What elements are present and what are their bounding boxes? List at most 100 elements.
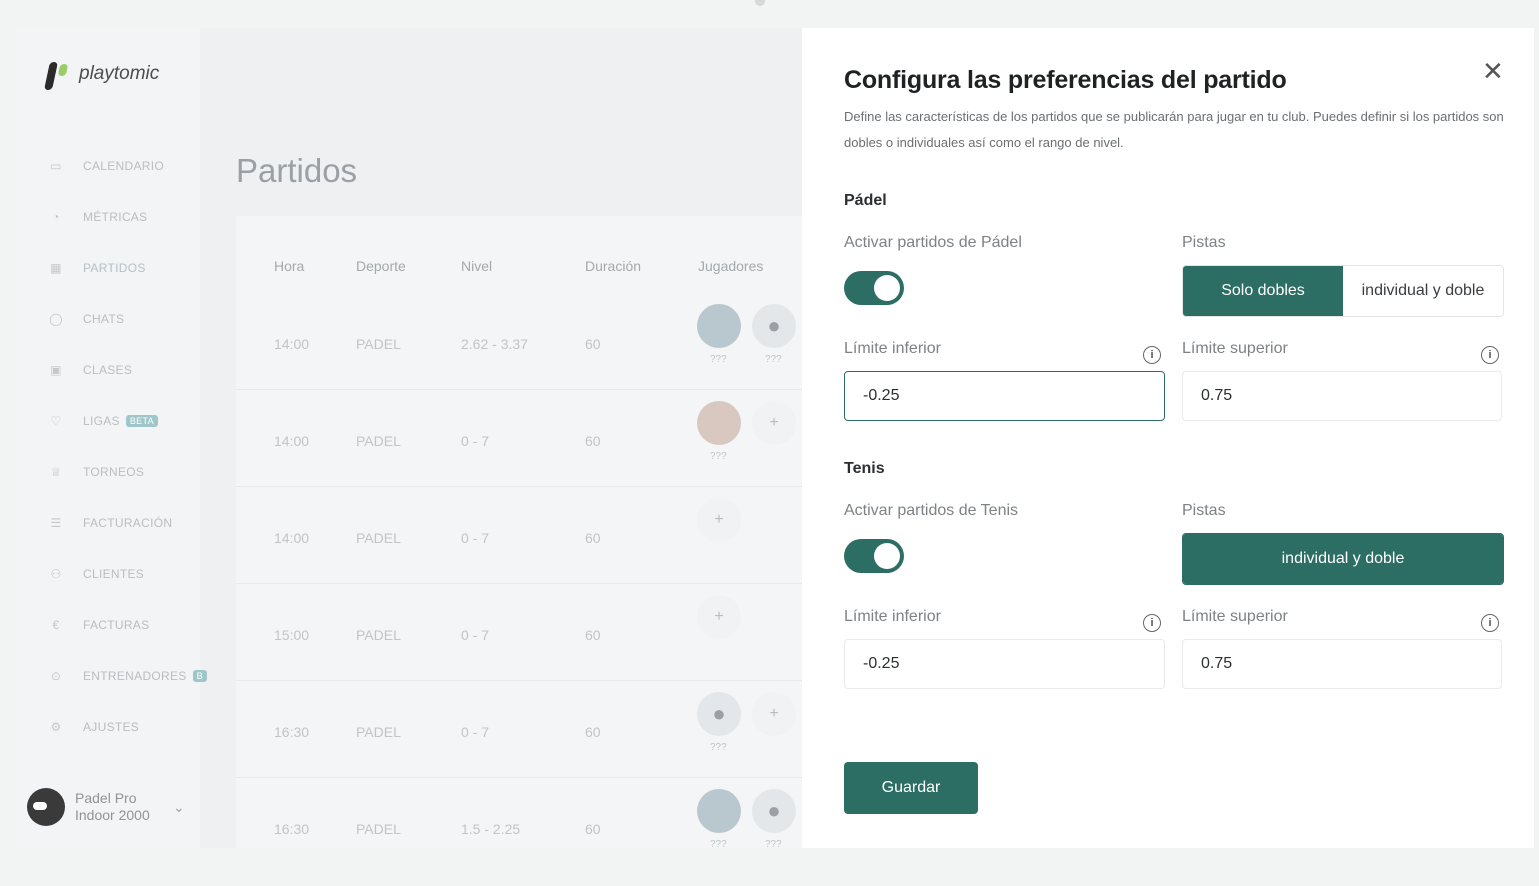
sidebar-item[interactable]: ▦ PARTIDOS (43, 242, 207, 293)
sidebar-item[interactable]: ♕ TORNEOS (43, 446, 207, 497)
col-header-duracion: Duración (585, 258, 642, 274)
add-player-button[interactable]: + (752, 692, 796, 736)
cell-nivel: 0 - 7 (461, 530, 490, 546)
cell-hora: 16:30 (274, 821, 310, 837)
padel-section-title: Pádel (844, 192, 887, 209)
sidebar-item-label: CLASES (83, 362, 133, 377)
padel-upper-info-icon[interactable]: i (1481, 346, 1499, 364)
padel-courts-label: Pistas (1182, 234, 1226, 251)
sidebar-item[interactable]: ⚇ CLIENTES (43, 548, 207, 599)
table-row[interactable]: 14:00 PADEL 0 - 7 60??? + (236, 389, 802, 487)
sidebar-item-label: TORNEOS (83, 464, 145, 479)
database-icon: ☰ (50, 515, 62, 530)
player-avatar (697, 789, 741, 833)
padel-lower-limit-label: Límite inferior (844, 340, 941, 357)
tenis-lower-info-icon[interactable]: i (1143, 614, 1161, 632)
cell-nivel: 2.62 - 3.37 (461, 336, 528, 352)
sidebar-nav: ▭ CALENDARIO ◔ MÉTRICAS ▦ PARTIDOS ◯ CHATS ▣ CLAS… (43, 140, 207, 752)
logo[interactable]: playtomic (45, 58, 159, 90)
table-row[interactable]: 14:00 PADEL 0 - 7 60 + (236, 486, 802, 584)
tenis-section-title: Tenis (844, 460, 885, 477)
sidebar-item[interactable]: ⚙ AJUSTES (43, 701, 207, 752)
euro-icon: € (52, 617, 60, 632)
cell-duracion: 60 (585, 530, 601, 546)
cell-duracion: 60 (585, 336, 601, 352)
sidebar-item-label: ENTRENADORES (83, 668, 187, 683)
background-app: playtomic ▭ CALENDARIO ◔ MÉTRICAS ▦ PARTIDOS ◯… (15, 28, 802, 848)
cell-deporte: PADEL (356, 433, 401, 449)
tenis-courts-segmented: individual y doble (1182, 533, 1504, 585)
sidebar-item[interactable]: ♡ LIGAS BETA (43, 395, 207, 446)
top-notch (755, 0, 765, 6)
main-content: Partidos Hora Deporte Nivel Duración Jug… (200, 28, 802, 848)
player-level-unknown: ??? (710, 839, 727, 848)
tenis-activate-toggle[interactable] (844, 539, 904, 573)
cell-nivel: 0 - 7 (461, 724, 490, 740)
cell-hora: 16:30 (274, 724, 310, 740)
padel-solo-dobles-option[interactable]: Solo dobles (1183, 266, 1343, 316)
tenis-courts-label: Pistas (1182, 502, 1226, 519)
player-placeholder-icon: ● (752, 789, 796, 833)
sidebar-item[interactable]: ▣ CLASES (43, 344, 207, 395)
tenis-upper-info-icon[interactable]: i (1481, 614, 1499, 632)
add-player-button[interactable]: + (752, 401, 796, 445)
sidebar-item-label: CHATS (83, 311, 125, 326)
cell-duracion: 60 (585, 821, 601, 837)
padel-upper-limit-label: Límite superior (1182, 340, 1288, 357)
sidebar-item[interactable]: ☰ FACTURACIÓN (43, 497, 207, 548)
metrics-icon: ◔ (52, 209, 60, 224)
club-selector[interactable]: Padel Pro Indoor 2000 ⌄ (27, 788, 185, 826)
logo-text: playtomic (79, 63, 160, 84)
sidebar-item-label: CALENDARIO (83, 158, 165, 173)
padel-lower-info-icon[interactable]: i (1143, 346, 1161, 364)
gear-icon: ⚙ (50, 719, 62, 734)
beta-badge: BETA (125, 414, 158, 427)
cell-deporte: PADEL (356, 627, 401, 643)
player-avatar (697, 304, 741, 348)
close-icon[interactable]: ✕ (1482, 58, 1504, 84)
add-player-button[interactable]: + (697, 498, 741, 542)
padel-individual-doble-option[interactable]: individual y doble (1343, 266, 1503, 316)
sidebar-item-label: MÉTRICAS (83, 209, 148, 224)
tenis-upper-limit-input[interactable]: 0.75 (1182, 639, 1502, 689)
padel-lower-limit-input[interactable]: -0.25 (844, 371, 1165, 421)
cell-deporte: PADEL (356, 530, 401, 546)
trophy-badge-icon: ♡ (50, 413, 62, 428)
cell-duracion: 60 (585, 433, 601, 449)
player-level-unknown: ??? (710, 742, 727, 753)
player-placeholder-icon: ● (752, 304, 796, 348)
cell-nivel: 1.5 - 2.25 (461, 821, 521, 837)
table-row[interactable]: 14:00 PADEL 2.62 - 3.37 60??? ●??? (236, 292, 802, 390)
sidebar-item-label: FACTURAS (83, 617, 150, 632)
table-row[interactable]: 16:30 PADEL 0 - 7 60 ●??? + (236, 680, 802, 778)
tenis-lower-limit-input[interactable]: -0.25 (844, 639, 1165, 689)
padel-upper-limit-input[interactable]: 0.75 (1182, 371, 1502, 421)
col-header-deporte: Deporte (356, 258, 406, 274)
table-row[interactable]: 16:30 PADEL 1.5 - 2.25 60??? ●??? (236, 777, 802, 848)
panel-description: Define las características de los partid… (844, 109, 1504, 150)
player-level-unknown: ??? (710, 451, 727, 462)
sidebar-item[interactable]: ▭ CALENDARIO (43, 140, 207, 191)
cell-deporte: PADEL (356, 336, 401, 352)
tenis-individual-doble-option[interactable]: individual y doble (1183, 534, 1503, 584)
player-level-unknown: ??? (765, 354, 782, 365)
cell-deporte: PADEL (356, 821, 401, 837)
sidebar-item-label: PARTIDOS (83, 260, 146, 275)
cell-hora: 14:00 (274, 530, 310, 546)
sidebar-item-label: LIGAS (83, 413, 120, 428)
add-player-button[interactable]: + (697, 595, 741, 639)
sidebar-item[interactable]: € FACTURAS (43, 599, 207, 650)
tenis-lower-limit-label: Límite inferior (844, 608, 941, 625)
sidebar-item-label: CLIENTES (83, 566, 145, 581)
table-row[interactable]: 15:00 PADEL 0 - 7 60 + (236, 583, 802, 681)
sidebar-item[interactable]: ⊙ ENTRENADORES B (43, 650, 207, 701)
calendar-icon: ▭ (50, 158, 62, 173)
sidebar-item[interactable]: ◯ CHATS (43, 293, 207, 344)
cell-hora: 14:00 (274, 336, 310, 352)
page-title: Partidos (236, 152, 358, 189)
save-button[interactable]: Guardar (844, 762, 978, 814)
player-level-unknown: ??? (710, 354, 727, 365)
cell-nivel: 0 - 7 (461, 627, 490, 643)
padel-activate-toggle[interactable] (844, 271, 904, 305)
sidebar-item[interactable]: ◔ MÉTRICAS (43, 191, 207, 242)
